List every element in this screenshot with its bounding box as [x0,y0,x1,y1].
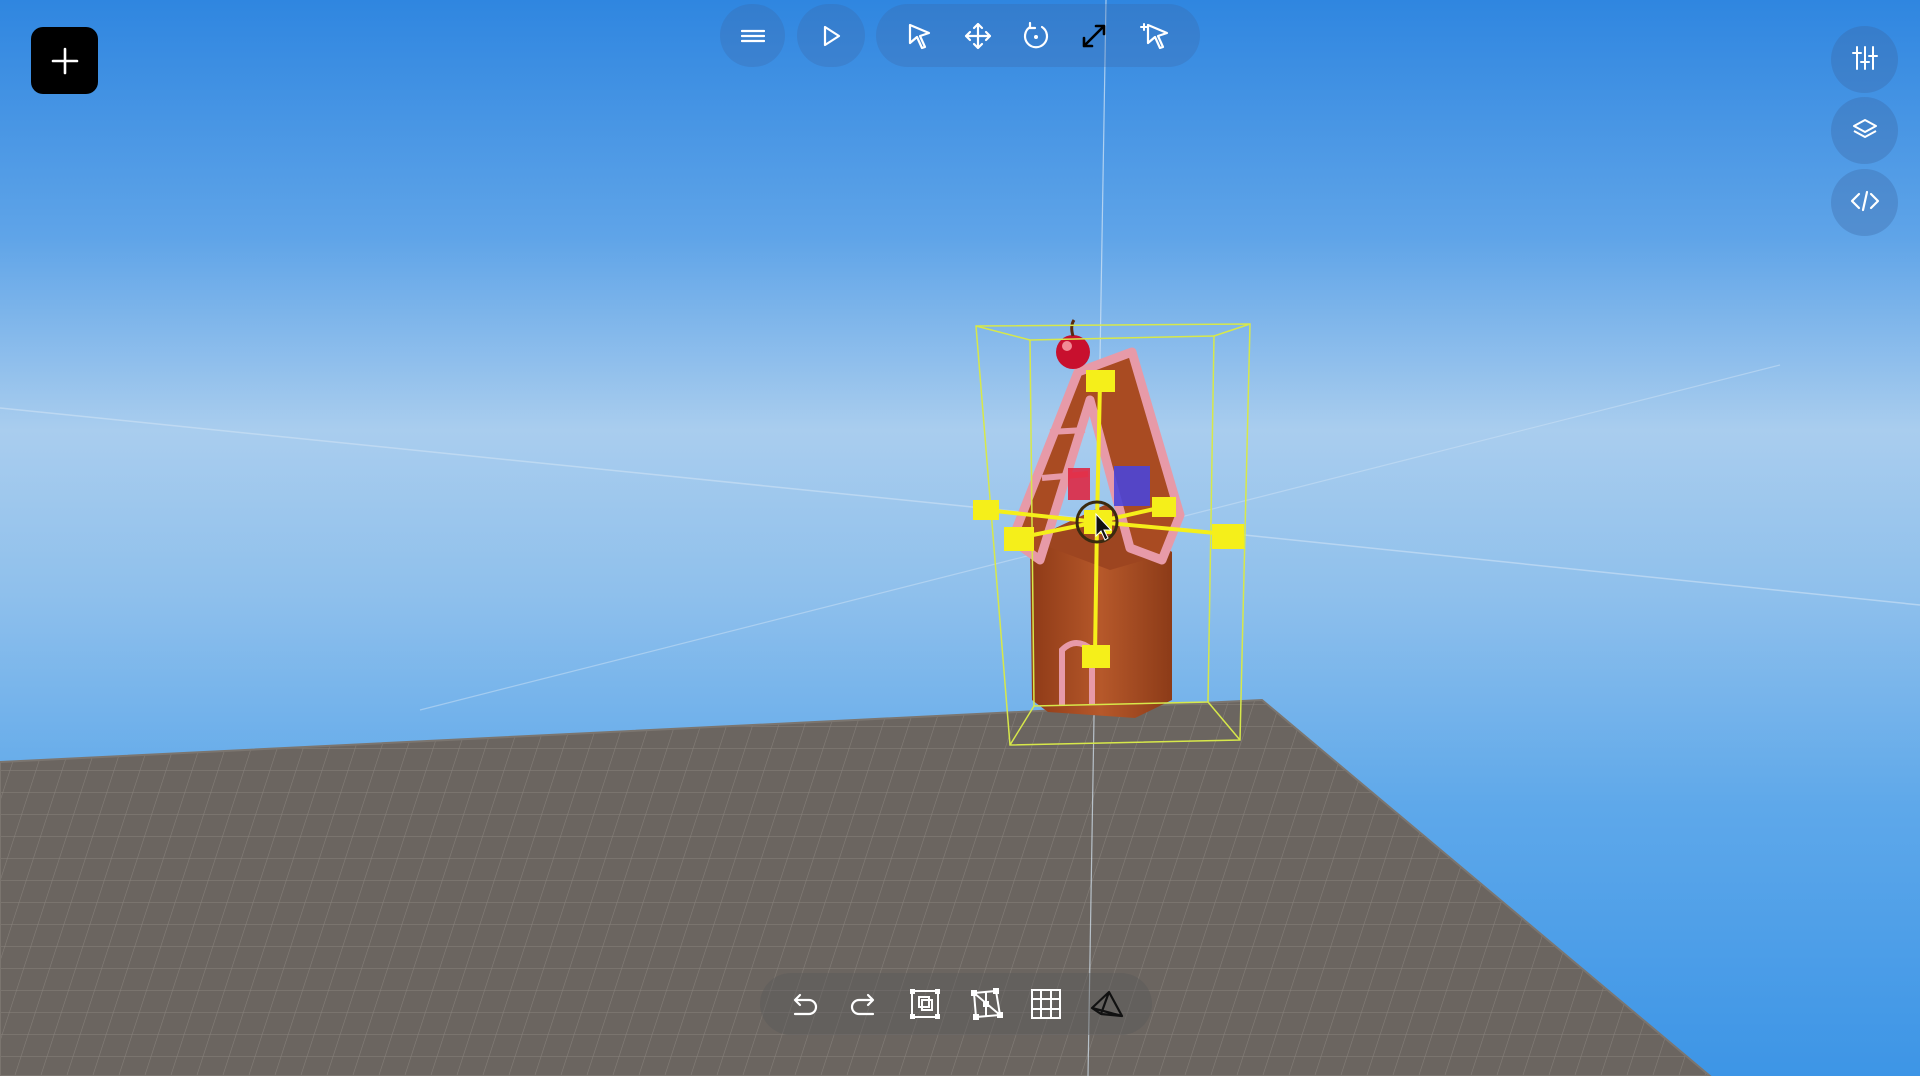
gizmo-handle-z-front[interactable] [1004,527,1034,551]
frame-selection-icon[interactable] [908,987,942,1021]
undo-icon[interactable] [787,989,821,1019]
cherry [1056,335,1090,369]
hamburger-menu-icon [740,28,765,44]
code-icon [1849,188,1881,218]
plus-icon [51,47,78,74]
pointer-icon[interactable] [904,21,934,51]
blue-window [1114,466,1150,506]
pointer-plus-icon[interactable] [1138,21,1172,51]
properties-button[interactable] [1831,26,1898,93]
snap-points-icon[interactable] [968,987,1004,1021]
play-button[interactable] [797,4,865,67]
add-object-button[interactable] [31,27,98,94]
move-arrows-icon[interactable] [963,21,993,51]
gizmo-handle-z-back[interactable] [1152,497,1176,517]
bottom-toolbar [760,973,1152,1035]
play-icon [820,24,842,48]
code-button[interactable] [1831,169,1898,236]
layers-button[interactable] [1831,97,1898,164]
gizmo-handle-x-right[interactable] [1212,524,1244,549]
perspective-icon[interactable] [1089,988,1125,1020]
scene-canvas[interactable] [0,0,1920,1076]
menu-button[interactable] [720,4,785,67]
red-window [1068,468,1090,500]
grid-icon[interactable] [1030,988,1062,1020]
scene-viewport[interactable] [0,0,1920,1076]
gizmo-handle-y-bottom[interactable] [1082,645,1110,668]
gizmo-handle-x-left[interactable] [973,500,999,520]
layers-icon [1851,115,1879,147]
sliders-icon [1851,44,1879,76]
transform-tools-group [876,4,1200,67]
rotate-icon[interactable] [1021,21,1051,51]
scale-diagonal-icon[interactable] [1079,21,1109,51]
redo-icon[interactable] [847,989,881,1019]
gizmo-handle-y-top[interactable] [1086,370,1115,392]
